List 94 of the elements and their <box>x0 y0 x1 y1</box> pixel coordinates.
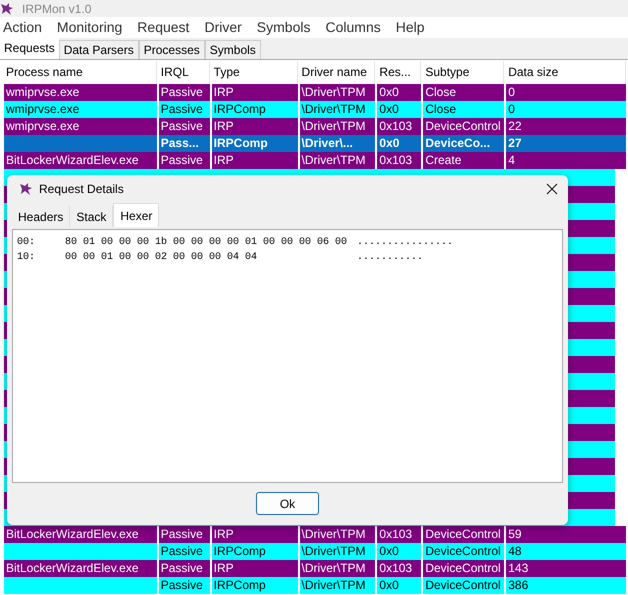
table-row[interactable]: Passive IRPComp \Driver\TPM 0x0 DeviceControl 48 <box>4 543 628 560</box>
table-cell: BitLockerWizardElev.exe <box>4 560 157 577</box>
hex-offset: 10: <box>17 251 36 265</box>
table-cell: BitLockerWizardElev.exe <box>4 526 157 543</box>
table-cell: 0x0 <box>377 84 422 101</box>
table-cell: IRP <box>212 526 298 543</box>
bug-logo-icon <box>19 182 33 196</box>
table-cell: Passive <box>158 152 210 169</box>
table-cell: IRPComp <box>212 135 298 152</box>
table-cell: Passive <box>158 101 210 118</box>
table-cell: IRP <box>212 152 298 169</box>
table-cell: Pass... <box>158 135 210 152</box>
table-cell: 0 <box>506 101 626 118</box>
table-row[interactable]: wmiprvse.exe Passive IRP \Driver\TPM 0x0 Close 0 <box>4 84 628 101</box>
table-cell: Close <box>423 101 504 118</box>
table-cell: \Driver\TPM <box>300 101 376 118</box>
table-cell: Passive <box>158 543 210 560</box>
table-cell: DeviceControl <box>423 543 504 560</box>
tab[interactable]: Headers <box>12 206 70 227</box>
table-cell: IRP <box>212 118 298 135</box>
table-cell: 0x103 <box>377 560 422 577</box>
table-cell: DeviceControl <box>423 118 504 135</box>
menu-item[interactable]: Request <box>137 17 190 38</box>
table-cell: \Driver\... <box>300 135 376 152</box>
table-cell: Close <box>423 84 504 101</box>
table-cell: 27 <box>506 135 626 152</box>
table-cell: IRP <box>212 84 298 101</box>
table-cell: Passive <box>158 526 210 543</box>
table-cell: 0x0 <box>377 101 422 118</box>
hex-ascii: ........... <box>357 251 424 265</box>
table-row[interactable]: wmiprvse.exe Passive IRPComp \Driver\TPM 0x0 Close 0 <box>4 101 628 118</box>
table-cell: \Driver\TPM <box>300 84 376 101</box>
tab[interactable]: Processes <box>138 40 205 59</box>
table-cell: 143 <box>506 560 626 577</box>
table-cell: DeviceCo... <box>423 135 504 152</box>
menu-item[interactable]: Symbols <box>256 17 310 38</box>
menu-item[interactable]: Action <box>3 17 42 38</box>
table-cell: DeviceControl <box>423 560 504 577</box>
bug-logo-icon <box>0 2 14 16</box>
table-cell: 386 <box>506 577 626 594</box>
hex-bytes: 80 01 00 00 00 1b 00 00 00 00 01 00 00 00 06 00 <box>65 236 348 250</box>
close-icon[interactable] <box>546 183 558 195</box>
table-cell: Create <box>423 152 504 169</box>
table-cell: 0x0 <box>377 577 422 594</box>
table-cell: IRPComp <box>212 543 298 560</box>
table-cell: IRP <box>212 560 298 577</box>
menu-item[interactable]: Columns <box>325 17 381 38</box>
table-cell: wmiprvse.exe <box>4 84 157 101</box>
menu-item[interactable]: Driver <box>204 17 242 38</box>
tab[interactable]: Data Parsers <box>58 40 139 59</box>
tab[interactable]: Hexer <box>113 203 160 227</box>
dialog-title: Request Details <box>39 181 124 198</box>
table-cell: 0x103 <box>377 152 422 169</box>
table-cell: BitLockerWizardElev.exe <box>4 152 157 169</box>
hex-bytes: 00 00 01 00 00 02 00 00 00 04 04 <box>65 251 258 265</box>
table-cell: wmiprvse.exe <box>4 101 157 118</box>
table-cell: 4 <box>506 152 626 169</box>
table-row[interactable]: Pass... IRPComp \Driver\... 0x0 DeviceCo... 27 <box>4 135 628 152</box>
table-cell: 0x0 <box>377 135 422 152</box>
table-cell: 0x103 <box>377 526 422 543</box>
table-cell: \Driver\TPM <box>300 526 376 543</box>
table-cell: wmiprvse.exe <box>4 118 157 135</box>
table-cell: \Driver\TPM <box>300 543 376 560</box>
table-cell: 0 <box>506 84 626 101</box>
table-cell: Passive <box>158 560 210 577</box>
tab[interactable]: Symbols <box>204 40 261 59</box>
table-row[interactable]: BitLockerWizardElev.exe Passive IRP \Driver\TPM 0x103 DeviceControl 143 <box>4 560 628 577</box>
table-cell: \Driver\TPM <box>300 577 376 594</box>
menu-item[interactable]: Help <box>396 17 425 38</box>
table-cell: 22 <box>506 118 626 135</box>
table-cell: 48 <box>506 543 626 560</box>
table-row[interactable]: BitLockerWizardElev.exe Passive IRP \Driver\TPM 0x103 DeviceControl 59 <box>4 526 628 543</box>
table-row[interactable]: BitLockerWizardElev.exe Passive IRP \Driver\TPM 0x103 Create 4 <box>4 152 628 169</box>
table-cell: DeviceControl <box>423 526 504 543</box>
hex-offset: 00: <box>17 236 36 250</box>
table-cell: IRPComp <box>212 577 298 594</box>
table-cell: Passive <box>158 118 210 135</box>
table-cell: \Driver\TPM <box>300 118 376 135</box>
menu-item[interactable]: Monitoring <box>56 17 122 38</box>
table-cell: \Driver\TPM <box>300 152 376 169</box>
table-cell: 0x103 <box>377 118 422 135</box>
hex-ascii: ................ <box>357 236 454 250</box>
table-cell: IRPComp <box>212 101 298 118</box>
table-cell: Passive <box>158 84 210 101</box>
table-cell: 0x0 <box>377 543 422 560</box>
table-row[interactable]: Passive IRPComp \Driver\TPM 0x0 DeviceControl 386 <box>4 577 628 594</box>
table-cell: Passive <box>158 577 210 594</box>
table-cell: \Driver\TPM <box>300 560 376 577</box>
table-cell: 59 <box>506 526 626 543</box>
window-title: IRPMon v1.0 <box>22 0 92 18</box>
tab[interactable]: Requests <box>0 37 59 59</box>
table-row[interactable]: wmiprvse.exe Passive IRP \Driver\TPM 0x103 DeviceControl 22 <box>4 118 628 135</box>
ok-button[interactable]: Ok <box>256 492 319 515</box>
table-cell: DeviceControl <box>423 577 504 594</box>
